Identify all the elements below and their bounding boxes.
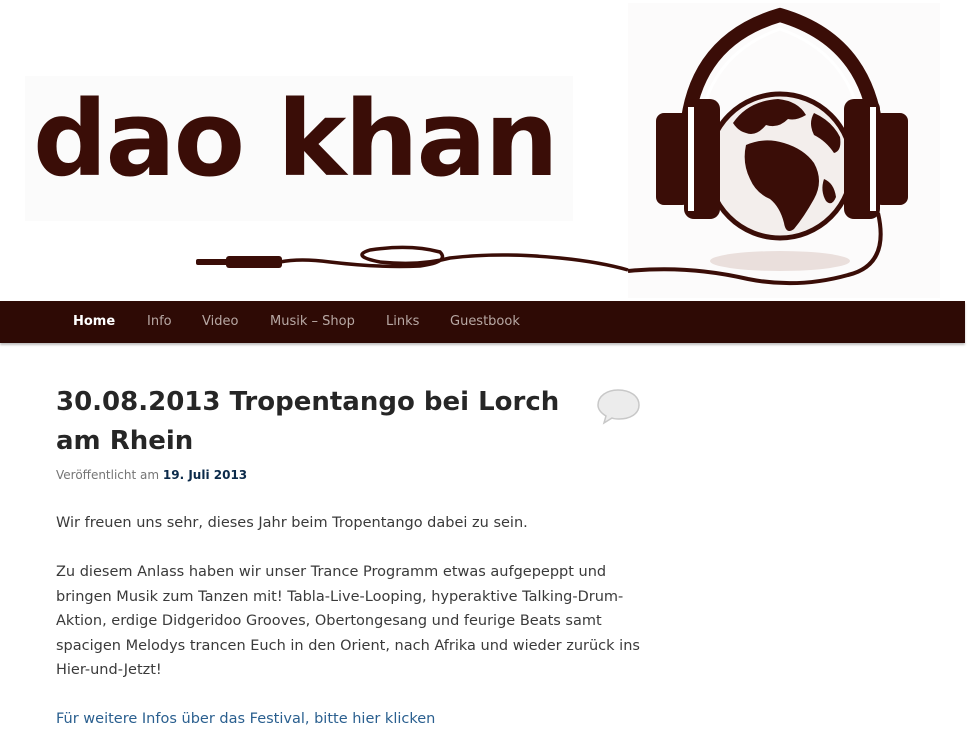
nav-item-info[interactable]: Info bbox=[147, 301, 172, 343]
post-paragraph: Zu diesem Anlass haben wir unser Trance … bbox=[56, 564, 640, 678]
nav-item-home[interactable]: Home bbox=[73, 301, 115, 343]
comment-icon[interactable] bbox=[596, 388, 642, 430]
main-navigation: Home Info Video Musik – Shop Links Guest… bbox=[0, 301, 965, 343]
post-title[interactable]: 30.08.2013 Tropentango bei Lorch am Rhei… bbox=[56, 383, 596, 461]
post-meta: Veröffentlicht am 19. Juli 2013 bbox=[56, 468, 247, 482]
festival-info-link[interactable]: Für weitere Infos über das Festival, bit… bbox=[56, 711, 435, 727]
post-content: Wir freuen uns sehr, dieses Jahr beim Tr… bbox=[56, 511, 646, 731]
cable-icon bbox=[196, 245, 629, 272]
nav-item-musik-shop[interactable]: Musik – Shop bbox=[270, 301, 355, 343]
nav-item-links[interactable]: Links bbox=[386, 301, 419, 343]
site-header-banner[interactable]: dao khan bbox=[0, 0, 975, 300]
speech-bubble-icon bbox=[597, 389, 640, 425]
nav-item-video[interactable]: Video bbox=[202, 301, 238, 343]
post-date-link[interactable]: 19. Juli 2013 bbox=[163, 468, 247, 482]
page: dao khan Home Info Video Musik – Shop Li… bbox=[0, 0, 975, 731]
nav-item-guestbook[interactable]: Guestbook bbox=[450, 301, 520, 343]
post-paragraph: Wir freuen uns sehr, dieses Jahr beim Tr… bbox=[56, 515, 528, 531]
post-meta-prefix: Veröffentlicht am bbox=[56, 468, 160, 482]
